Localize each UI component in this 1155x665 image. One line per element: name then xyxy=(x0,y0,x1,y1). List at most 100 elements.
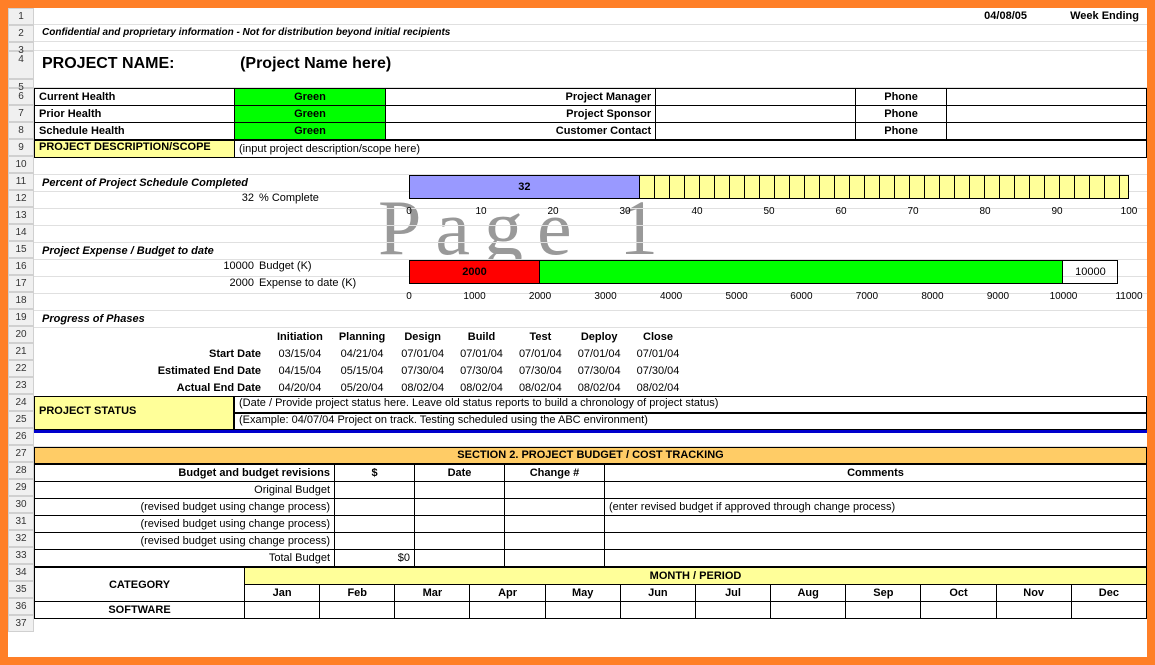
row-number[interactable]: 2 xyxy=(8,25,34,42)
cell[interactable] xyxy=(505,482,605,499)
cell[interactable] xyxy=(996,602,1071,619)
phase-cell[interactable]: 07/01/04 xyxy=(629,345,688,362)
row-number[interactable]: 23 xyxy=(8,377,34,394)
phone-value[interactable] xyxy=(946,89,1146,106)
project-sponsor-value[interactable] xyxy=(656,106,856,123)
phase-cell[interactable]: 07/30/04 xyxy=(570,362,629,379)
row-number[interactable]: 16 xyxy=(8,258,34,275)
phase-cell[interactable]: 08/02/04 xyxy=(393,379,452,396)
description-value[interactable]: (input project description/scope here) xyxy=(235,141,1147,158)
cell[interactable] xyxy=(415,499,505,516)
row-number[interactable]: 29 xyxy=(8,479,34,496)
cell[interactable] xyxy=(415,482,505,499)
phase-cell[interactable]: 04/20/04 xyxy=(269,379,331,396)
phase-cell[interactable]: 08/02/04 xyxy=(511,379,570,396)
cell[interactable] xyxy=(605,533,1147,550)
customer-contact-value[interactable] xyxy=(656,123,856,140)
row-number[interactable]: 31 xyxy=(8,513,34,530)
row-number[interactable]: 12 xyxy=(8,190,34,207)
row-number[interactable]: 34 xyxy=(8,564,34,581)
cell[interactable] xyxy=(470,602,545,619)
phase-cell[interactable]: 07/30/04 xyxy=(452,362,511,379)
phase-cell[interactable]: 03/15/04 xyxy=(269,345,331,362)
phase-cell[interactable]: 07/01/04 xyxy=(570,345,629,362)
row-number[interactable]: 1 xyxy=(8,8,34,25)
phase-cell[interactable]: 07/01/04 xyxy=(511,345,570,362)
cell[interactable] xyxy=(335,533,415,550)
row-number[interactable]: 10 xyxy=(8,156,34,173)
status-line-2[interactable]: (Example: 04/07/04 Project on track. Tes… xyxy=(234,413,1147,430)
cell[interactable] xyxy=(605,516,1147,533)
row-number[interactable]: 18 xyxy=(8,292,34,309)
cell[interactable] xyxy=(620,602,695,619)
row-number[interactable]: 5 xyxy=(8,79,34,88)
phase-cell[interactable]: 05/20/04 xyxy=(331,379,393,396)
phase-cell[interactable]: 05/15/04 xyxy=(331,362,393,379)
phase-cell[interactable]: 07/30/04 xyxy=(393,362,452,379)
row-number[interactable]: 4 xyxy=(8,51,34,79)
cell[interactable] xyxy=(245,602,320,619)
row-number[interactable]: 35 xyxy=(8,581,34,598)
phase-cell[interactable]: 04/15/04 xyxy=(269,362,331,379)
cell[interactable] xyxy=(605,550,1147,567)
cell[interactable] xyxy=(605,482,1147,499)
row-number[interactable]: 19 xyxy=(8,309,34,326)
row-number[interactable]: 27 xyxy=(8,445,34,462)
row-number[interactable]: 9 xyxy=(8,139,34,156)
row-number[interactable]: 8 xyxy=(8,122,34,139)
cell[interactable] xyxy=(505,550,605,567)
cell[interactable] xyxy=(505,499,605,516)
cell[interactable] xyxy=(505,533,605,550)
cell[interactable] xyxy=(335,482,415,499)
phase-cell[interactable]: 08/02/04 xyxy=(570,379,629,396)
cell[interactable] xyxy=(320,602,395,619)
cell[interactable] xyxy=(415,516,505,533)
row-number[interactable]: 22 xyxy=(8,360,34,377)
row-number[interactable]: 36 xyxy=(8,598,34,615)
cell[interactable] xyxy=(846,602,921,619)
phase-cell[interactable]: 08/02/04 xyxy=(629,379,688,396)
row-number[interactable]: 30 xyxy=(8,496,34,513)
cell[interactable] xyxy=(545,602,620,619)
project-name-value[interactable]: (Project Name here) xyxy=(240,55,391,73)
row-number[interactable]: 13 xyxy=(8,207,34,224)
status-line-1[interactable]: (Date / Provide project status here. Lea… xyxy=(234,396,1147,413)
row-number[interactable]: 11 xyxy=(8,173,34,190)
cell[interactable] xyxy=(415,533,505,550)
row-number[interactable]: 33 xyxy=(8,547,34,564)
phase-cell[interactable]: 07/01/04 xyxy=(393,345,452,362)
cell[interactable] xyxy=(771,602,846,619)
prior-health-value[interactable]: Green xyxy=(235,106,385,123)
cell[interactable] xyxy=(415,550,505,567)
row-number[interactable]: 21 xyxy=(8,343,34,360)
project-manager-value[interactable] xyxy=(656,89,856,106)
phase-cell[interactable]: 07/01/04 xyxy=(452,345,511,362)
cell[interactable] xyxy=(695,602,770,619)
phone-value[interactable] xyxy=(946,123,1146,140)
phase-cell[interactable]: 07/30/04 xyxy=(629,362,688,379)
phone-value[interactable] xyxy=(946,106,1146,123)
row-number[interactable]: 28 xyxy=(8,462,34,479)
row-number[interactable]: 25 xyxy=(8,411,34,428)
cell[interactable] xyxy=(1071,602,1146,619)
row-number[interactable]: 37 xyxy=(8,615,34,632)
row-number[interactable]: 14 xyxy=(8,224,34,241)
current-health-value[interactable]: Green xyxy=(235,89,385,106)
row-number[interactable]: 32 xyxy=(8,530,34,547)
phase-cell[interactable]: 08/02/04 xyxy=(452,379,511,396)
row-number[interactable]: 7 xyxy=(8,105,34,122)
cell[interactable] xyxy=(395,602,470,619)
row-number[interactable]: 26 xyxy=(8,428,34,445)
cell[interactable] xyxy=(921,602,996,619)
comment-cell[interactable]: (enter revised budget if approved throug… xyxy=(605,499,1147,516)
row-number[interactable]: 20 xyxy=(8,326,34,343)
cell[interactable] xyxy=(335,499,415,516)
row-number[interactable]: 17 xyxy=(8,275,34,292)
row-number[interactable]: 3 xyxy=(8,42,34,51)
phase-cell[interactable]: 04/21/04 xyxy=(331,345,393,362)
schedule-health-value[interactable]: Green xyxy=(235,123,385,140)
cell[interactable] xyxy=(335,516,415,533)
row-number[interactable]: 6 xyxy=(8,88,34,105)
row-number[interactable]: 24 xyxy=(8,394,34,411)
cell[interactable] xyxy=(505,516,605,533)
